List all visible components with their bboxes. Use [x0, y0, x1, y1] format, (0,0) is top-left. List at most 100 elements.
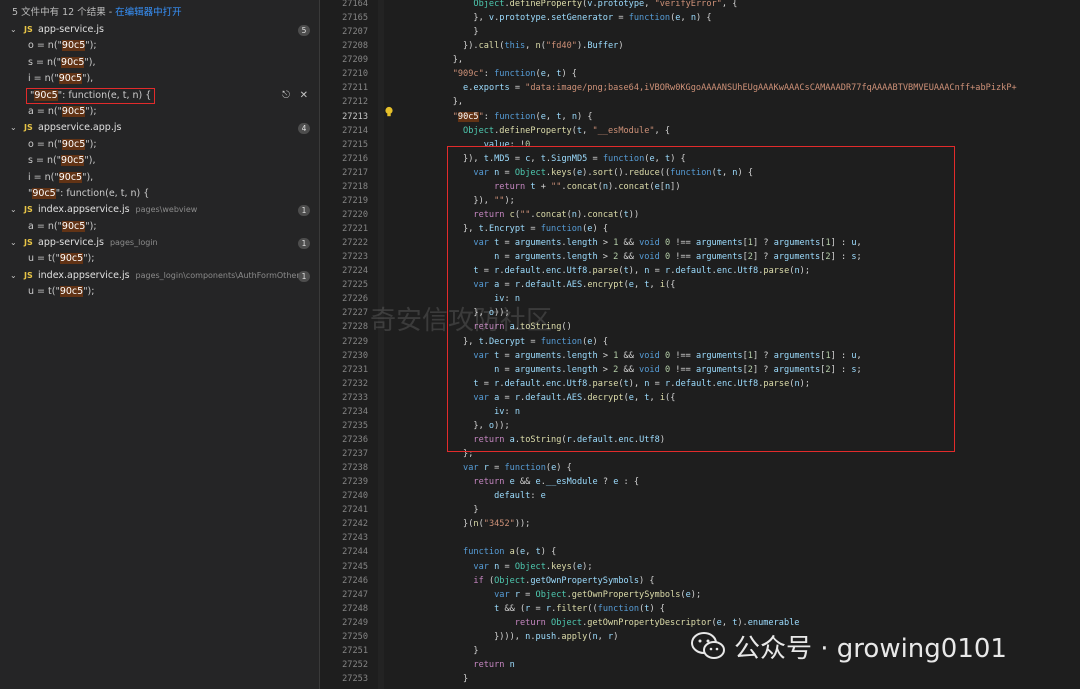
- glyph-margin: [378, 0, 384, 689]
- line-number: 27229: [342, 336, 368, 347]
- line-number: 27224: [342, 266, 368, 277]
- file-name: app-service.js: [38, 24, 104, 35]
- search-result-file[interactable]: ⌄ JS appservice.app.js 4: [0, 120, 320, 136]
- line-number: 27207: [342, 27, 368, 38]
- line-number: 27249: [342, 617, 368, 628]
- chevron-down-icon[interactable]: ⌄: [10, 202, 17, 218]
- search-result-match[interactable]: a = n("90c5");: [0, 219, 320, 235]
- file-name: app-service.js pages_login: [38, 237, 158, 249]
- replace-icon[interactable]: ⎋: [282, 90, 290, 101]
- wechat-account-text: 公众号 · growing0101: [734, 633, 1007, 664]
- search-results-panel: 5 文件中有 12 个结果 - 在编辑器中打开 ⌄ JS app-service.j…: [0, 0, 320, 689]
- match-text: a = n("90c5");: [28, 220, 97, 232]
- code-line: "909c": function(e, t) {: [452, 69, 577, 80]
- search-result-match[interactable]: o = n("90c5");: [0, 38, 320, 54]
- line-number: 27217: [342, 167, 368, 178]
- wechat-watermark: 公众号 · growing0101: [690, 622, 1007, 670]
- line-number: 27226: [342, 294, 368, 305]
- chevron-down-icon[interactable]: ⌄: [10, 235, 17, 251]
- line-number: 27221: [342, 224, 368, 234]
- line-number: 27220: [342, 209, 368, 220]
- line-number: 27250: [342, 631, 368, 642]
- search-result-match[interactable]: s = n("90c5"),: [0, 55, 320, 71]
- chevron-down-icon[interactable]: ⌄: [10, 120, 17, 136]
- code-line: }: [432, 505, 479, 516]
- chevron-down-icon[interactable]: ⌄: [10, 268, 17, 284]
- match-text: o = n("90c5");: [28, 138, 97, 150]
- line-number: 27232: [342, 378, 368, 389]
- search-result-match[interactable]: u = t("90c5");: [0, 284, 320, 300]
- js-file-icon: JS: [24, 123, 33, 133]
- line-number: 27253: [342, 674, 368, 684]
- match-text: u = t("90c5");: [28, 253, 95, 265]
- line-number: 27215: [342, 139, 368, 150]
- code-line: function a(e, t) {: [463, 547, 557, 558]
- search-result-file[interactable]: ⌄ JS index.appservice.js pages_login\compon…: [0, 268, 320, 284]
- line-number: 27237: [342, 449, 368, 459]
- line-number: 27244: [342, 547, 368, 558]
- code-line: return e && e.__esModule ? e : {: [473, 477, 640, 488]
- search-result-match[interactable]: u = t("90c5");: [0, 251, 320, 267]
- line-number: 27240: [342, 491, 368, 502]
- match-text: u = t("90c5");: [28, 286, 95, 298]
- line-number: 27164: [342, 0, 368, 9]
- dismiss-icon[interactable]: ✕: [300, 90, 308, 101]
- lightbulb-icon[interactable]: [384, 106, 394, 118]
- code-line: if (Object.getOwnPropertySymbols) {: [473, 575, 655, 586]
- match-text: a = n("90c5");: [28, 105, 97, 117]
- chevron-down-icon[interactable]: ⌄: [10, 22, 17, 38]
- line-number: 27234: [342, 406, 368, 417]
- file-name: index.appservice.js pages_login\component…: [38, 269, 300, 281]
- match-text: "90c5": function(e, t, n) {: [28, 187, 150, 199]
- search-result-match[interactable]: a = n("90c5");: [0, 104, 320, 120]
- line-number: 27211: [342, 83, 368, 94]
- watermark-text: 奇安信攻防社区: [370, 306, 553, 336]
- search-result-file[interactable]: ⌄ JS app-service.js 5: [0, 22, 320, 38]
- search-result-file[interactable]: ⌄ JS index.appservice.js pages\webview 1: [0, 202, 320, 218]
- line-number: 27225: [342, 280, 368, 291]
- line-number: 27238: [342, 463, 368, 474]
- js-file-icon: JS: [24, 205, 33, 215]
- line-number: 27209: [342, 55, 368, 66]
- search-result-file[interactable]: ⌄ JS app-service.js pages_login 1: [0, 235, 320, 251]
- code-line: },: [432, 55, 464, 66]
- code-line: }(n("3452"));: [432, 519, 531, 530]
- wechat-icon: [691, 632, 725, 659]
- line-number: 27212: [342, 97, 368, 108]
- code-line: var r = Object.getOwnPropertySymbols(e);: [494, 589, 702, 600]
- match-text: s = n("90c5"),: [28, 56, 96, 68]
- code-line: }: [432, 674, 469, 684]
- match-text: i = n("90c5"),: [28, 73, 94, 85]
- line-number: 27219: [342, 195, 368, 206]
- open-in-editor-link[interactable]: 在编辑器中打开: [115, 7, 182, 18]
- code-line: var r = function(e) {: [463, 463, 572, 474]
- line-number: 27251: [342, 645, 368, 656]
- search-result-match[interactable]: s = n("90c5"),: [0, 153, 320, 169]
- match-count-badge: 1: [298, 205, 310, 217]
- line-number: 27216: [342, 153, 368, 164]
- js-file-icon: JS: [24, 238, 33, 248]
- line-number: 27235: [342, 420, 368, 431]
- code-editor[interactable]: 27164 27165 27207 27208 27209 27210 27211 27212…: [320, 0, 1080, 689]
- line-number-gutter: 27164 27165 27207 27208 27209 27210 27211 27212…: [320, 0, 368, 686]
- search-result-match[interactable]: i = n("90c5"),: [0, 170, 320, 186]
- line-number: 27218: [342, 181, 368, 192]
- match-count-badge: 5: [298, 25, 310, 36]
- line-number: 27239: [342, 477, 368, 488]
- line-number: 27252: [342, 659, 368, 670]
- line-number: 27228: [342, 322, 368, 333]
- line-number: 27165: [342, 13, 368, 24]
- code-line: e.exports = "data:image/png;base64,iVBOR…: [463, 83, 1017, 94]
- code-line: }, v.prototype.setGenerator = function(e…: [432, 13, 712, 24]
- match-text: s = n("90c5"),: [28, 155, 96, 167]
- highlight-annotation-box: [447, 146, 955, 452]
- line-number: 27242: [342, 519, 368, 530]
- code-line: default: e: [494, 491, 546, 502]
- line-number: 27214: [342, 125, 368, 136]
- search-result-match[interactable]: "90c5": function(e, t, n) {: [0, 186, 320, 202]
- search-result-match[interactable]: o = n("90c5");: [0, 137, 320, 153]
- search-result-match[interactable]: i = n("90c5"),: [0, 71, 320, 87]
- line-number: 27227: [342, 308, 368, 319]
- line-number: 27213: [342, 111, 368, 122]
- search-result-match[interactable]: "90c5": function(e, t, n) {⎋ ✕: [0, 87, 320, 104]
